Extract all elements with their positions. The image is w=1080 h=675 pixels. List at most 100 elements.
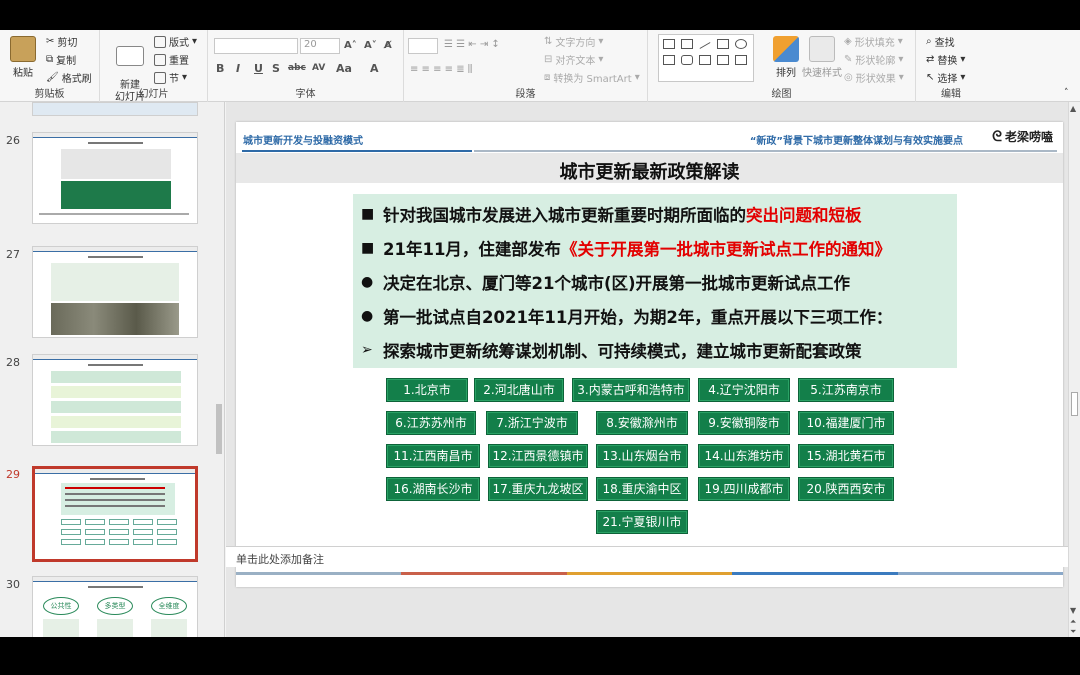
slide-thumbnail-28[interactable] bbox=[32, 354, 198, 446]
city-box[interactable]: 1.北京市 bbox=[386, 378, 468, 402]
city-box[interactable]: 21.宁夏银川市 bbox=[596, 510, 688, 534]
copy-button[interactable]: ⧉ 复制 bbox=[46, 52, 76, 67]
slide-number: 30 bbox=[6, 578, 20, 591]
align-text-button[interactable]: ⊟ 对齐文本 ▾ bbox=[544, 52, 603, 67]
thumbnail-scrollbar[interactable] bbox=[214, 104, 224, 634]
shape-outline-button[interactable]: ✎ 形状轮廓 ▾ bbox=[844, 52, 903, 67]
underline-button[interactable]: U bbox=[254, 62, 263, 75]
quick-styles-icon bbox=[809, 36, 835, 62]
new-slide-icon bbox=[116, 46, 144, 66]
text-direction-icon: ⇅ bbox=[544, 36, 553, 47]
city-box[interactable]: 17.重庆九龙坡区 bbox=[488, 477, 588, 501]
paste-icon bbox=[10, 36, 36, 62]
bullets-button[interactable] bbox=[408, 38, 438, 54]
slide-title[interactable]: 城市更新最新政策解读 bbox=[236, 158, 1063, 184]
scroll-down-icon[interactable]: ▼ bbox=[1070, 606, 1076, 615]
layout-button[interactable]: 版式 ▾ bbox=[154, 34, 197, 49]
logo-swirl-icon: ᘓ bbox=[992, 128, 1002, 145]
shapes-gallery[interactable] bbox=[658, 34, 754, 82]
arrange-icon bbox=[773, 36, 799, 62]
city-box[interactable]: 16.湖南长沙市 bbox=[386, 477, 480, 501]
clear-format-button[interactable]: A̸ bbox=[384, 40, 392, 51]
change-case-button[interactable]: Aa bbox=[336, 62, 352, 75]
clipboard-group: 粘贴 ✂ 剪切 ⧉ 复制 🖌 格式刷 剪贴板 bbox=[0, 30, 100, 102]
city-box[interactable]: 7.浙江宁波市 bbox=[486, 411, 578, 435]
bullet-item: ■ 21年11月，住建部发布 《关于开展第一批城市更新试点工作的通知》 bbox=[361, 240, 891, 259]
city-box[interactable]: 2.河北唐山市 bbox=[474, 378, 564, 402]
policy-textbox[interactable]: ■ 针对我国城市发展进入城市更新重要时期所面临的 突出问题和短板 ■ 21年11月… bbox=[353, 194, 957, 368]
thumbnail-scroll-thumb[interactable] bbox=[216, 404, 222, 454]
align-buttons[interactable]: ≡ ≡ ≡ ≡ ≣ ⫼ bbox=[410, 64, 472, 75]
format-painter-button[interactable]: 🖌 格式刷 bbox=[46, 70, 92, 85]
current-slide[interactable]: 城市更新开发与投融资模式 “新政”背景下城市更新整体谋划与有效实施要点 ᘓ 老梁… bbox=[236, 122, 1063, 587]
char-spacing-button[interactable]: AV bbox=[312, 63, 325, 73]
slide-number: 28 bbox=[6, 356, 20, 369]
shrink-font-button[interactable]: A˅ bbox=[364, 40, 377, 51]
city-box[interactable]: 15.湖北黄石市 bbox=[798, 444, 894, 468]
paste-button[interactable]: 粘贴 bbox=[6, 36, 40, 79]
city-box[interactable]: 20.陕西西安市 bbox=[798, 477, 894, 501]
drawing-group: 排列 快速样式 ◈ 形状填充 ▾ ✎ 形状轮廓 ▾ ◎ 形状效果 ▾ 绘图 bbox=[648, 30, 916, 102]
prev-slide-icon[interactable]: ⏶ bbox=[1070, 617, 1076, 627]
slide-thumbnail-25-partial[interactable] bbox=[32, 102, 198, 116]
strikethrough-button[interactable]: abc bbox=[288, 63, 306, 73]
slide-footer-stripe bbox=[236, 572, 1063, 575]
list-buttons[interactable]: ☰ ☰ ⇤ ⇥ ↕ bbox=[444, 39, 500, 50]
reset-button[interactable]: 重置 bbox=[154, 52, 189, 67]
rounded-rect-shape-icon bbox=[681, 55, 693, 65]
bullet-item: ➢ 探索城市更新统筹谋划机制、可持续模式，建立城市更新配套政策 bbox=[361, 342, 862, 361]
shadow-button[interactable]: S bbox=[272, 62, 280, 75]
select-button[interactable]: ↖ 选择 ▾ bbox=[926, 70, 965, 85]
city-box[interactable]: 14.山东潍坊市 bbox=[698, 444, 790, 468]
city-box[interactable]: 10.福建厦门市 bbox=[798, 411, 894, 435]
cut-button[interactable]: ✂ 剪切 bbox=[46, 34, 77, 49]
collapse-ribbon-icon[interactable]: ˄ bbox=[1064, 88, 1069, 98]
notes-pane[interactable]: 单击此处添加备注 bbox=[226, 546, 1068, 567]
text-direction-button[interactable]: ⇅ 文字方向 ▾ bbox=[544, 34, 603, 49]
slide-scroll-thumb[interactable] bbox=[1071, 392, 1078, 416]
scroll-up-icon[interactable]: ▲ bbox=[1070, 104, 1076, 113]
slide-thumbnail-pane: 26 27 28 29 30 公共性 多类型 全维度 bbox=[0, 102, 225, 637]
rect-shape-icon bbox=[663, 39, 675, 49]
city-box[interactable]: 12.江西景德镇市 bbox=[488, 444, 588, 468]
font-size-dropdown[interactable]: 20 bbox=[300, 38, 340, 54]
shape-fill-button[interactable]: ◈ 形状填充 ▾ bbox=[844, 34, 903, 49]
logo: ᘓ 老梁唠嗑 bbox=[992, 128, 1053, 145]
city-box[interactable]: 5.江苏南京市 bbox=[798, 378, 894, 402]
effects-icon: ◎ bbox=[844, 72, 853, 83]
section-icon bbox=[154, 71, 166, 84]
city-box[interactable]: 9.安徽铜陵市 bbox=[698, 411, 790, 435]
cursor-icon: ↖ bbox=[926, 72, 935, 83]
slide-thumbnail-29[interactable] bbox=[32, 466, 198, 562]
quick-styles-button[interactable]: 快速样式 bbox=[800, 36, 844, 79]
slide-number: 26 bbox=[6, 134, 20, 147]
city-box[interactable]: 13.山东烟台市 bbox=[596, 444, 688, 468]
slide-thumbnail-30[interactable]: 公共性 多类型 全维度 bbox=[32, 576, 198, 637]
find-button[interactable]: ⌕ 查找 bbox=[926, 34, 955, 49]
brush-icon: 🖌 bbox=[46, 72, 59, 83]
font-name-dropdown[interactable] bbox=[214, 38, 298, 54]
city-box[interactable]: 4.辽宁沈阳市 bbox=[698, 378, 790, 402]
powerpoint-window: 粘贴 ✂ 剪切 ⧉ 复制 🖌 格式刷 剪贴板 新建 幻灯片 版式 ▾ 重置 节 ▾ 幻灯片… bbox=[0, 30, 1080, 637]
city-box[interactable]: 8.安徽滁州市 bbox=[596, 411, 688, 435]
slide-scrollbar[interactable]: ▲ ▼ ⏶ ⏷ bbox=[1068, 102, 1080, 637]
section-button[interactable]: 节 ▾ bbox=[154, 70, 187, 85]
font-color-button[interactable]: A bbox=[370, 62, 379, 75]
city-box[interactable]: 18.重庆渝中区 bbox=[596, 477, 688, 501]
city-box[interactable]: 11.江西南昌市 bbox=[386, 444, 480, 468]
grow-font-button[interactable]: A˄ bbox=[344, 40, 357, 51]
next-slide-icon[interactable]: ⏷ bbox=[1070, 627, 1076, 637]
slide-thumbnail-27[interactable] bbox=[32, 246, 198, 338]
city-box[interactable]: 3.内蒙古呼和浩特市 bbox=[572, 378, 690, 402]
replace-icon: ⇄ bbox=[926, 54, 935, 65]
slide-thumbnail-26[interactable] bbox=[32, 132, 198, 224]
smartart-icon: ⧈ bbox=[544, 72, 551, 83]
smartart-button[interactable]: ⧈ 转换为 SmartArt ▾ bbox=[544, 70, 640, 85]
bold-button[interactable]: B bbox=[216, 62, 224, 75]
shape-effects-button[interactable]: ◎ 形状效果 ▾ bbox=[844, 70, 904, 85]
line-shape-icon bbox=[699, 42, 711, 49]
city-box[interactable]: 6.江苏苏州市 bbox=[386, 411, 476, 435]
replace-button[interactable]: ⇄ 替换 ▾ bbox=[926, 52, 965, 67]
italic-button[interactable]: I bbox=[236, 62, 240, 75]
city-box[interactable]: 19.四川成都市 bbox=[698, 477, 790, 501]
